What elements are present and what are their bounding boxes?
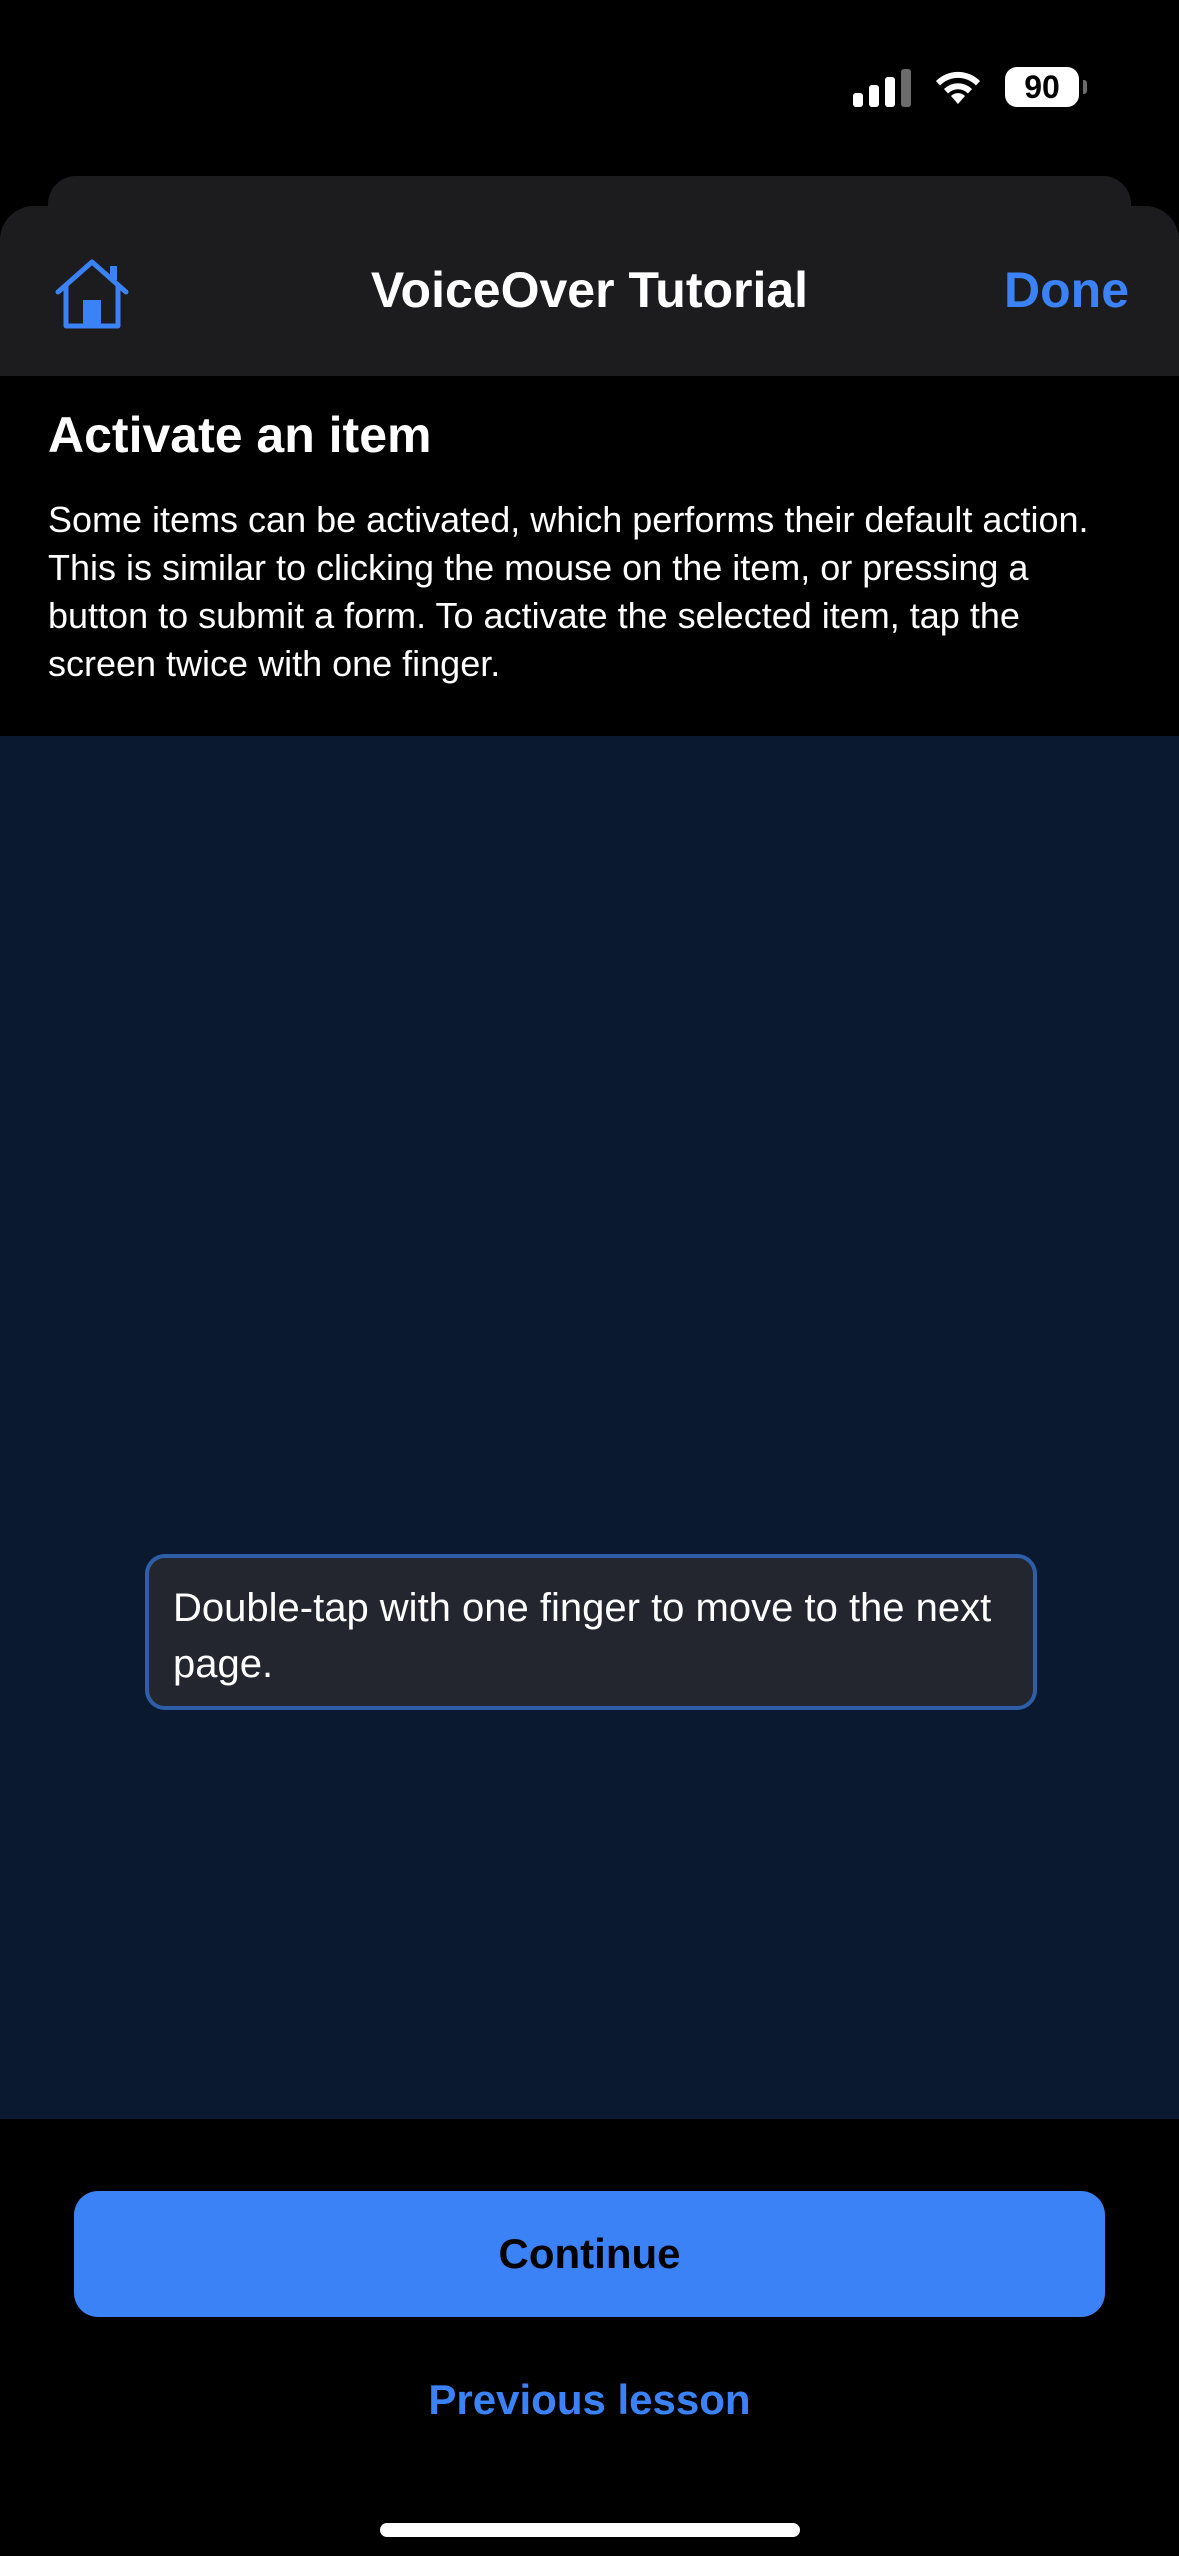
cellular-signal-icon [853, 67, 911, 107]
status-bar: 90 [0, 0, 1179, 175]
page-title: VoiceOver Tutorial [370, 262, 809, 318]
home-indicator[interactable] [380, 2523, 800, 2537]
status-indicators: 90 [853, 62, 1087, 112]
battery-icon: 90 [1005, 67, 1087, 107]
continue-button[interactable]: Continue [74, 2191, 1105, 2317]
lesson-title: Activate an item [48, 407, 432, 463]
battery-level: 90 [1024, 68, 1060, 105]
wifi-icon [933, 68, 983, 106]
practice-area[interactable]: Double-tap with one finger to move to th… [0, 736, 1179, 2119]
done-button[interactable]: Done [1004, 261, 1129, 319]
tutorial-sheet: VoiceOver Tutorial Done Activate an item… [0, 206, 1179, 2556]
previous-lesson-button[interactable]: Previous lesson [0, 2376, 1179, 2424]
practice-instruction[interactable]: Double-tap with one finger to move to th… [145, 1554, 1037, 1710]
navigation-bar: VoiceOver Tutorial Done [0, 206, 1179, 376]
lesson-description: Some items can be activated, which perfo… [48, 499, 1089, 684]
